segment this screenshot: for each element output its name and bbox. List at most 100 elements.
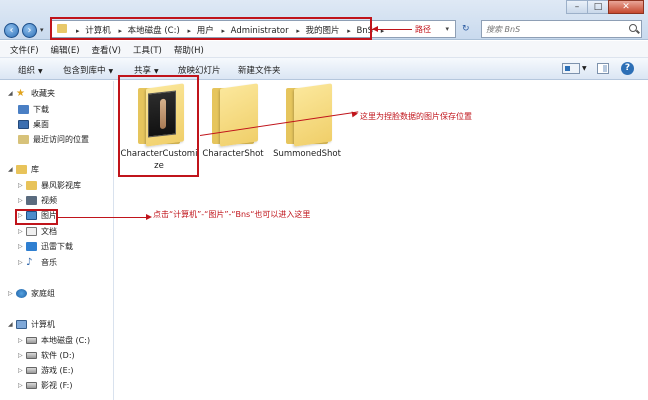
desktop-icon (18, 119, 29, 129)
collapsed-arrow-icon[interactable]: ▷ (8, 290, 16, 297)
command-bar: 组织 ▼ 包含到库中 ▼ 共享 ▼ 放映幻灯片 新建文件夹 ▼ ? (0, 58, 648, 80)
search-input[interactable] (482, 21, 622, 37)
nav-drive-e[interactable]: ▷ 游戏 (E:) (18, 363, 74, 377)
chevron-down-icon: ▼ (154, 68, 159, 75)
nav-documents[interactable]: ▷ 文档 (18, 224, 57, 238)
annotation-arrow (372, 29, 412, 30)
collapsed-arrow-icon[interactable]: ▷ (18, 197, 26, 204)
file-item-charactershot[interactable]: CharacterShot (193, 83, 273, 160)
preview-pane-icon[interactable] (597, 63, 609, 74)
nav-computer[interactable]: ◢ 计算机 (8, 317, 55, 331)
xunlei-icon (26, 241, 37, 251)
nav-recent[interactable]: 最近访问的位置 (18, 132, 89, 146)
drive-icon (26, 381, 37, 389)
folder-front (220, 83, 258, 147)
chevron-down-icon: ▼ (108, 68, 114, 75)
help-icon[interactable]: ? (621, 62, 634, 75)
nav-desktop-label: 桌面 (33, 119, 49, 129)
recent-pages-dropdown-icon[interactable]: ▾ (40, 26, 44, 34)
nav-videos[interactable]: ▷ 视频 (18, 193, 57, 207)
file-name: CharacterShot (202, 149, 264, 159)
library-icon (16, 164, 27, 174)
nav-videos-label: 视频 (41, 195, 57, 205)
annotation-folder: 这里为捏脸数据的图片保存位置 (360, 112, 472, 121)
collapsed-arrow-icon[interactable]: ▷ (18, 243, 26, 250)
expanded-arrow-icon[interactable]: ◢ (8, 321, 16, 328)
refresh-icon[interactable]: ↻ (462, 24, 470, 34)
search-icon[interactable] (629, 24, 637, 32)
collapsed-arrow-icon[interactable]: ▷ (18, 259, 26, 266)
annotation-arrowhead (351, 110, 359, 118)
change-view-icon[interactable] (562, 63, 580, 74)
expanded-arrow-icon[interactable]: ◢ (8, 90, 16, 97)
nav-documents-label: 文档 (41, 226, 57, 236)
star-icon: ★ (16, 87, 25, 99)
nav-downloads-label: 下载 (33, 104, 49, 114)
menu-edit[interactable]: 编辑(E) (45, 41, 86, 57)
back-button[interactable]: ‹ (4, 23, 19, 38)
sidebar-highlight-box (15, 209, 58, 225)
organize-button[interactable]: 组织 ▼ (18, 64, 43, 76)
annotation-path: 路径 (415, 25, 431, 34)
annotation-arrowhead (372, 26, 378, 32)
nav-drive-d[interactable]: ▷ 软件 (D:) (18, 348, 75, 362)
collapsed-arrow-icon[interactable]: ▷ (18, 337, 26, 344)
organize-label: 组织 (18, 66, 36, 76)
nav-libraries-label: 库 (31, 164, 39, 174)
collapsed-arrow-icon[interactable]: ▷ (18, 382, 26, 389)
minimize-button[interactable]: – (566, 0, 588, 14)
nav-drive-f-label: 影视 (F:) (41, 380, 73, 390)
video-icon (26, 195, 37, 205)
menu-tools[interactable]: 工具(T) (127, 41, 168, 57)
nav-drive-e-label: 游戏 (E:) (41, 365, 74, 375)
nav-recent-label: 最近访问的位置 (33, 134, 89, 144)
nav-favorites[interactable]: ◢ ★ 收藏夹 (8, 86, 55, 100)
collapsed-arrow-icon[interactable]: ▷ (18, 182, 26, 189)
address-dropdown-icon[interactable]: ▾ (445, 25, 449, 33)
nav-computer-label: 计算机 (31, 319, 55, 329)
menu-view[interactable]: 查看(V) (86, 41, 127, 57)
include-library-label: 包含到库中 (63, 66, 106, 76)
navigation-pane: ◢ ★ 收藏夹 下载 桌面 最近访问的位置 ◢ 库 ▷ 暴风影视库 ▷ 视频 ▷… (0, 81, 114, 400)
nav-drive-c[interactable]: ▷ 本地磁盘 (C:) (18, 333, 90, 347)
drive-icon (26, 366, 37, 374)
homegroup-icon (16, 288, 27, 298)
menu-bar: 文件(F) 编辑(E) 查看(V) 工具(T) 帮助(H) (0, 41, 648, 58)
menu-help[interactable]: 帮助(H) (168, 41, 210, 57)
collapsed-arrow-icon[interactable]: ▷ (18, 352, 26, 359)
new-folder-button[interactable]: 新建文件夹 (238, 64, 281, 76)
maximize-button[interactable]: □ (587, 0, 609, 14)
document-icon (26, 226, 37, 236)
nav-storm-label: 暴风影视库 (41, 180, 81, 190)
nav-downloads[interactable]: 下载 (18, 102, 49, 116)
drive-icon (26, 351, 37, 359)
downloads-icon (18, 104, 29, 114)
nav-xunlei-label: 迅雷下载 (41, 241, 73, 251)
forward-button[interactable]: › (22, 23, 37, 38)
nav-desktop[interactable]: 桌面 (18, 117, 49, 131)
collapsed-arrow-icon[interactable]: ▷ (18, 228, 26, 235)
close-button[interactable]: ✕ (608, 0, 644, 14)
nav-drive-d-label: 软件 (D:) (41, 350, 75, 360)
folder-highlight-box (118, 75, 199, 177)
nav-music-label: 音乐 (41, 257, 57, 267)
computer-icon (16, 319, 27, 329)
include-library-button[interactable]: 包含到库中 ▼ (63, 64, 113, 76)
nav-music[interactable]: ▷ ♪ 音乐 (18, 255, 57, 269)
collapsed-arrow-icon[interactable]: ▷ (18, 367, 26, 374)
nav-drive-f[interactable]: ▷ 影视 (F:) (18, 378, 72, 392)
search-box[interactable] (481, 20, 642, 38)
file-item-summonedshot[interactable]: SummonedShot (267, 83, 347, 160)
chevron-down-icon: ▼ (38, 68, 43, 75)
annotation-arrow (58, 217, 150, 218)
file-name: SummonedShot (273, 149, 341, 159)
path-highlight-box (50, 17, 372, 40)
nav-libraries[interactable]: ◢ 库 (8, 162, 39, 176)
menu-file[interactable]: 文件(F) (4, 41, 45, 57)
nav-xunlei[interactable]: ▷ 迅雷下载 (18, 239, 73, 253)
nav-homegroup[interactable]: ▷ 家庭组 (8, 286, 55, 300)
view-dropdown-icon[interactable]: ▼ (582, 65, 587, 72)
nav-storm-library[interactable]: ▷ 暴风影视库 (18, 178, 81, 192)
expanded-arrow-icon[interactable]: ◢ (8, 166, 16, 173)
nav-homegroup-label: 家庭组 (31, 288, 55, 298)
